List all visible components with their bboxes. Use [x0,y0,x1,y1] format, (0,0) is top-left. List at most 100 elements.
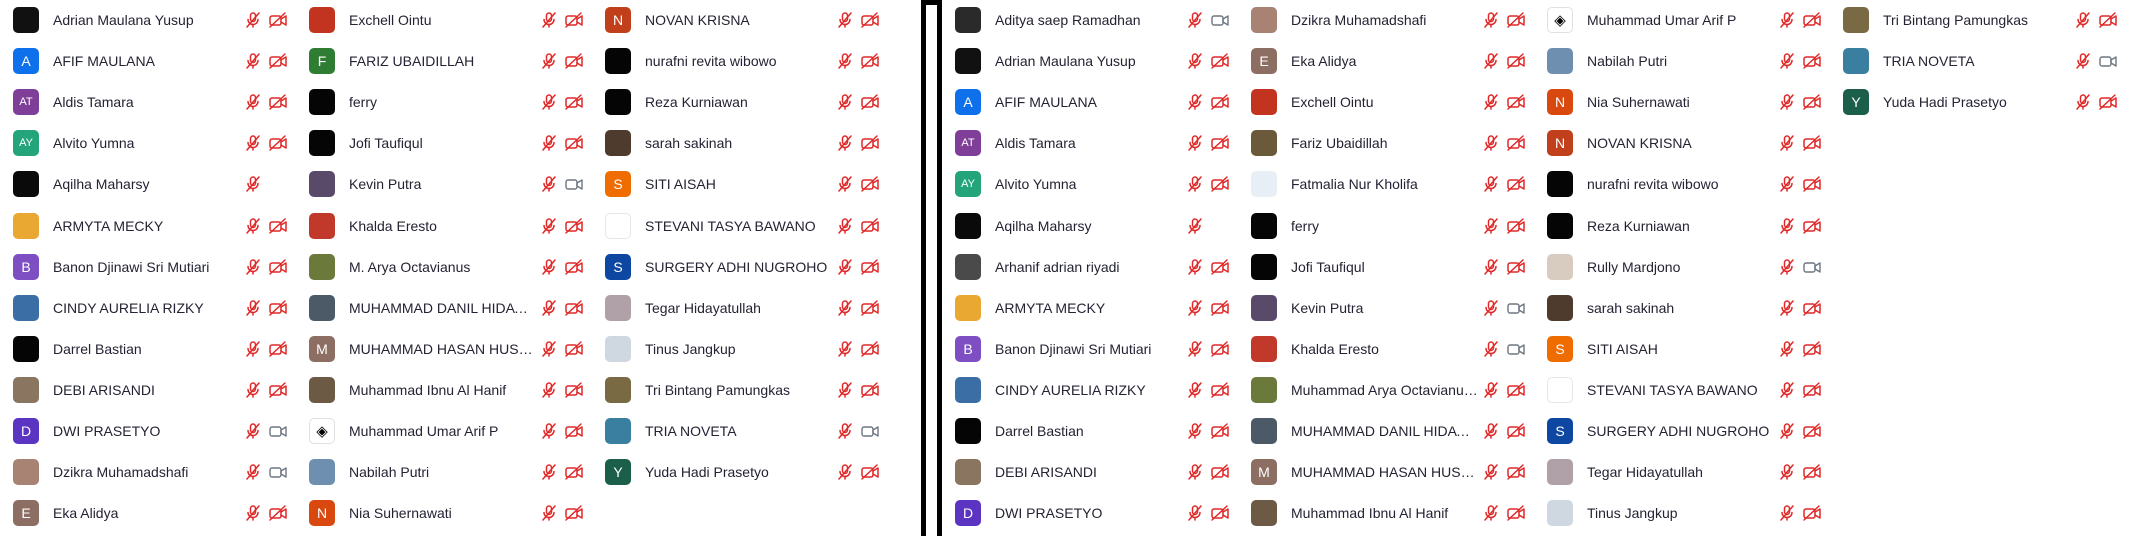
mic-muted-icon[interactable] [536,379,561,401]
video-off-icon[interactable] [561,9,586,31]
participant-row-muhammad-danil-hidayat[interactable]: MUHAMMAD DANIL HIDAYAT [1238,413,1534,449]
mic-muted-icon[interactable] [240,9,265,31]
video-on-icon[interactable] [1503,338,1528,360]
participant-row-nabilah-putri[interactable]: Nabilah Putri [296,454,592,490]
participant-row-dzikra-muhamadshafi[interactable]: Dzikra Muhamadshafi [1238,2,1534,38]
mic-muted-icon[interactable] [1478,502,1503,524]
video-off-icon[interactable] [1503,379,1528,401]
participant-row-alvito-yumna[interactable]: AY Alvito Yumna [0,125,296,161]
mic-muted-icon[interactable] [1182,91,1207,113]
mic-muted-icon[interactable] [240,50,265,72]
mic-muted-icon[interactable] [1774,297,1799,319]
participant-row-rully-mardjono[interactable]: Rully Mardjono [1534,249,1830,285]
video-off-icon[interactable] [1503,502,1528,524]
mic-muted-icon[interactable] [2070,91,2095,113]
video-off-icon[interactable] [1207,379,1232,401]
video-off-icon[interactable] [1799,502,1824,524]
participant-row-tegar-hidayatullah[interactable]: Tegar Hidayatullah [1534,454,1830,490]
participant-row-khalda-eresto[interactable]: Khalda Eresto [296,208,592,244]
video-off-icon[interactable] [857,50,882,72]
video-off-icon[interactable] [857,379,882,401]
participant-row-muhammad-ibnu-al-hanif[interactable]: Muhammad Ibnu Al Hanif [296,372,592,408]
video-off-icon[interactable] [561,297,586,319]
participant-row-aldis-tamara[interactable]: AT Aldis Tamara [0,84,296,120]
video-on-icon[interactable] [561,173,586,195]
mic-muted-icon[interactable] [1182,256,1207,278]
participant-row-muhammad-danil-hidayat[interactable]: MUHAMMAD DANIL HIDAYAT [296,290,592,326]
mic-muted-icon[interactable] [832,379,857,401]
participant-row-surgery-adhi-nugroho[interactable]: S SURGERY ADHI NUGROHO [1534,413,1830,449]
mic-muted-icon[interactable] [1478,215,1503,237]
mic-muted-icon[interactable] [832,215,857,237]
mic-muted-icon[interactable] [832,132,857,154]
video-on-icon[interactable] [265,420,290,442]
mic-muted-icon[interactable] [832,461,857,483]
video-off-icon[interactable] [1207,420,1232,442]
video-off-icon[interactable] [265,338,290,360]
participant-row-jofi-taufiqul[interactable]: Jofi Taufiqul [1238,249,1534,285]
video-off-icon[interactable] [561,461,586,483]
mic-muted-icon[interactable] [240,379,265,401]
mic-muted-icon[interactable] [1182,215,1207,237]
mic-muted-icon[interactable] [1182,297,1207,319]
mic-muted-icon[interactable] [536,91,561,113]
participant-row-tinus-jangkup[interactable]: Tinus Jangkup [1534,495,1830,531]
participant-row-aldis-tamara[interactable]: AT Aldis Tamara [942,125,1238,161]
mic-muted-icon[interactable] [1774,256,1799,278]
video-off-icon[interactable] [561,132,586,154]
participant-row-muhammad-arya-octavianus-ipa[interactable]: Muhammad Arya Octavianus_IPA [1238,372,1534,408]
participant-row-sarah-sakinah[interactable]: sarah sakinah [1534,290,1830,326]
participant-row-fariz-ubaidillah[interactable]: Fariz Ubaidillah [1238,125,1534,161]
mic-muted-icon[interactable] [1182,132,1207,154]
mic-muted-icon[interactable] [536,215,561,237]
participant-row-nurafni-revita-wibowo[interactable]: nurafni revita wibowo [592,43,888,79]
mic-muted-icon[interactable] [536,338,561,360]
mic-muted-icon[interactable] [1478,173,1503,195]
participant-row-reza-kurniawan[interactable]: Reza Kurniawan [592,84,888,120]
mic-muted-icon[interactable] [240,173,265,195]
participant-row-siti-aisah[interactable]: S SITI AISAH [592,166,888,202]
participant-row-tegar-hidayatullah[interactable]: Tegar Hidayatullah [592,290,888,326]
mic-muted-icon[interactable] [1478,338,1503,360]
mic-muted-icon[interactable] [1182,50,1207,72]
video-off-icon[interactable] [2095,91,2120,113]
participant-row-stevani-tasya-bawano[interactable]: STEVANI TASYA BAWANO [592,208,888,244]
participant-row-surgery-adhi-nugroho[interactable]: S SURGERY ADHI NUGROHO [592,249,888,285]
participant-row-banon-djinawi-sri-mutiari[interactable]: B Banon Djinawi Sri Mutiari [942,331,1238,367]
participant-row-cindy-aurelia-rizky[interactable]: CINDY AURELIA RIZKY [0,290,296,326]
video-on-icon[interactable] [857,420,882,442]
mic-muted-icon[interactable] [240,132,265,154]
video-off-icon[interactable] [1207,50,1232,72]
participant-row-banon-djinawi-sri-mutiari[interactable]: B Banon Djinawi Sri Mutiari [0,249,296,285]
video-off-icon[interactable] [265,256,290,278]
mic-muted-icon[interactable] [832,338,857,360]
mic-muted-icon[interactable] [1774,461,1799,483]
mic-muted-icon[interactable] [536,502,561,524]
participant-row-eka-alidya[interactable]: E Eka Alidya [0,495,296,531]
video-off-icon[interactable] [561,338,586,360]
video-off-icon[interactable] [1799,50,1824,72]
video-off-icon[interactable] [1799,9,1824,31]
video-on-icon[interactable] [265,461,290,483]
mic-muted-icon[interactable] [1182,379,1207,401]
mic-muted-icon[interactable] [832,91,857,113]
participant-row-afif-maulana[interactable]: A AFIF MAULANA [0,43,296,79]
video-off-icon[interactable] [265,215,290,237]
participant-row-tri-bintang-pamungkas[interactable]: Tri Bintang Pamungkas [592,372,888,408]
participant-row-muhammad-umar-arif-p[interactable]: ◈ Muhammad Umar Arif P [1534,2,1830,38]
mic-muted-icon[interactable] [1182,461,1207,483]
video-off-icon[interactable] [1207,132,1232,154]
participant-row-reza-kurniawan[interactable]: Reza Kurniawan [1534,208,1830,244]
video-off-icon[interactable] [857,297,882,319]
mic-muted-icon[interactable] [1774,9,1799,31]
mic-muted-icon[interactable] [536,256,561,278]
participant-row-adrian-maulana-yusup[interactable]: Adrian Maulana Yusup [942,43,1238,79]
video-off-icon[interactable] [1799,91,1824,113]
mic-muted-icon[interactable] [240,338,265,360]
mic-muted-icon[interactable] [536,9,561,31]
participant-row-muhammad-ibnu-al-hanif[interactable]: Muhammad Ibnu Al Hanif [1238,495,1534,531]
participant-row-afif-maulana[interactable]: A AFIF MAULANA [942,84,1238,120]
participant-row-alvito-yumna[interactable]: AY Alvito Yumna [942,166,1238,202]
mic-muted-icon[interactable] [1478,50,1503,72]
participant-row-exchell-ointu[interactable]: Exchell Ointu [1238,84,1534,120]
